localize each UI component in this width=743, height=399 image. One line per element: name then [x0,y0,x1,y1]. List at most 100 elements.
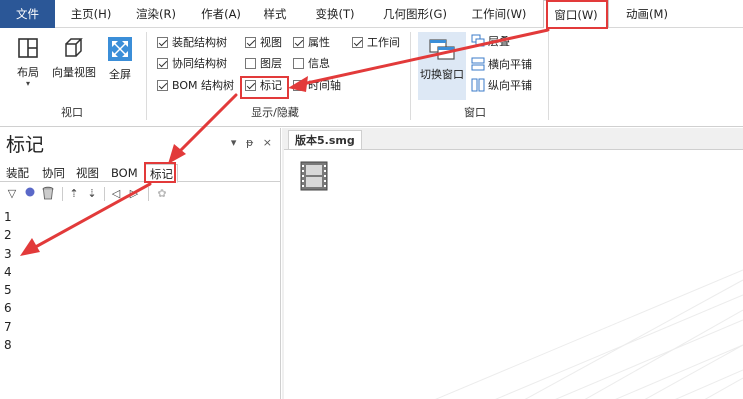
list-item[interactable]: 2 [4,226,12,244]
tab-assembly[interactable]: 装配 [6,164,29,182]
check-bom-tree[interactable]: BOM 结构树 [157,78,234,94]
toolbar-separator [148,187,149,201]
check-label: 工作间 [367,36,400,49]
tile-vertical-button[interactable]: 纵向平铺 [471,78,532,94]
tile-horizontal-icon [471,57,485,71]
menu-workspace[interactable]: 工作间(W) [465,0,533,28]
check-label: 协同结构树 [172,57,227,70]
check-workspace[interactable]: 工作间 [352,35,400,51]
toolbar-separator [62,187,63,201]
cube-icon [65,38,83,57]
document-tab[interactable]: 版本5.smg [288,130,362,149]
layout-button[interactable]: 布局 ▾ [10,36,46,88]
layout-icon [18,38,38,58]
settings-icon[interactable]: ✿ [154,186,170,202]
menu-author[interactable]: 作者(A) [194,0,248,28]
menu-style[interactable]: 样式 [260,0,290,28]
cascade-icon [471,34,485,47]
checkbox-icon [245,58,256,69]
check-view[interactable]: 视图 [245,35,282,51]
tile-horizontal-button[interactable]: 横向平铺 [471,57,532,73]
menu-animation[interactable]: 动画(M) [618,0,676,28]
layout-label: 布局 [17,66,39,79]
window-group-label: 窗口 [464,106,486,119]
checkbox-icon [352,37,363,48]
next-icon[interactable]: ▷ [126,186,142,202]
menu-file[interactable]: 文件 [0,0,55,28]
grid-floor [435,269,743,399]
list-item[interactable]: 3 [4,245,12,263]
panel-menu-icon[interactable]: ▾ [231,136,237,149]
fullscreen-icon [108,37,132,61]
check-label: BOM 结构树 [172,79,234,92]
check-assembly-tree[interactable]: 装配结构树 [157,35,227,51]
list-item[interactable]: 5 [4,281,12,299]
check-label: 时间轴 [308,79,341,92]
highlight-window-menu [546,0,608,29]
sort-down-icon[interactable]: ⇣ [84,186,100,202]
panel-toolbar: ▽ ⇡ ⇣ ◁ ▷ ✿ [0,184,281,204]
sort-up-icon[interactable]: ⇡ [66,186,82,202]
toolbar-separator [104,187,105,201]
viewport-canvas[interactable] [284,149,743,399]
markup-list: 1 2 3 4 5 6 7 8 [4,208,12,354]
list-item[interactable]: 8 [4,336,12,354]
menu-geometry[interactable]: 几何图形(G) [375,0,455,28]
iso-view-label: 向量视图 [52,66,96,79]
prev-icon[interactable]: ◁ [108,186,124,202]
tile-vertical-label: 纵向平铺 [488,79,532,92]
close-icon[interactable]: × [263,136,272,149]
highlight-markup-checkbox [240,76,289,99]
menu-transform[interactable]: 变换(T) [310,0,360,28]
cascade-button[interactable]: 层叠 [471,34,510,50]
highlight-markup-tab [144,162,176,183]
show-hide-group-label: 显示/隐藏 [251,106,299,119]
check-info[interactable]: 信息 [293,56,330,72]
fullscreen-button[interactable]: 全屏 [102,36,138,82]
group-separator [146,32,147,120]
pin-icon[interactable]: ᵽ [246,136,253,149]
list-item[interactable]: 4 [4,263,12,281]
fullscreen-label: 全屏 [109,68,131,81]
check-label: 属性 [308,36,330,49]
switch-window-label: 切换窗口 [420,68,464,81]
tab-view[interactable]: 视图 [76,164,99,182]
check-label: 信息 [308,57,330,70]
list-item[interactable]: 6 [4,299,12,317]
panel-tabs: 装配 协同 视图 BOM 标记 [0,162,281,183]
group-separator [548,32,549,120]
switch-window-button[interactable]: 切换窗口 [418,32,466,100]
tile-horizontal-label: 横向平铺 [488,58,532,71]
ribbon: 布局 ▾ 向量视图 全屏 视口 装配结构树 协同结构树 BOM 结构树 视图 图… [0,28,743,127]
check-collab-tree[interactable]: 协同结构树 [157,56,227,72]
film-icon[interactable] [300,161,328,194]
dot-icon[interactable] [22,186,38,202]
menu-home[interactable]: 主页(H) [62,0,120,28]
iso-view-button[interactable]: 向量视图 [50,36,98,80]
group-separator [410,32,411,120]
check-label: 视图 [260,36,282,49]
list-item[interactable]: 7 [4,318,12,336]
checkbox-icon [245,37,256,48]
check-timeline[interactable]: 时间轴 [293,78,341,94]
tile-vertical-icon [471,78,485,92]
check-properties[interactable]: 属性 [293,35,330,51]
check-label: 装配结构树 [172,36,227,49]
panel-controls: ▾ ᵽ × [225,136,272,149]
filter-icon[interactable]: ▽ [4,186,20,202]
check-layer[interactable]: 图层 [245,56,282,72]
list-item[interactable]: 1 [4,208,12,226]
switch-window-icon [429,39,455,60]
cascade-label: 层叠 [488,35,510,48]
markup-panel: 标记 ▾ ᵽ × 装配 协同 视图 BOM 标记 ▽ ⇡ ⇣ ◁ ▷ ✿ 1 2… [0,128,281,399]
document-area: 版本5.smg [282,128,743,399]
checkbox-icon [157,80,168,91]
trash-icon[interactable] [40,186,56,202]
panel-title: 标记 [6,134,45,156]
checkbox-icon [157,37,168,48]
tab-collab[interactable]: 协同 [42,164,65,182]
menu-render[interactable]: 渲染(R) [130,0,182,28]
tab-bom[interactable]: BOM [111,164,138,182]
checkbox-icon [293,37,304,48]
view-group-label: 视口 [61,106,83,119]
